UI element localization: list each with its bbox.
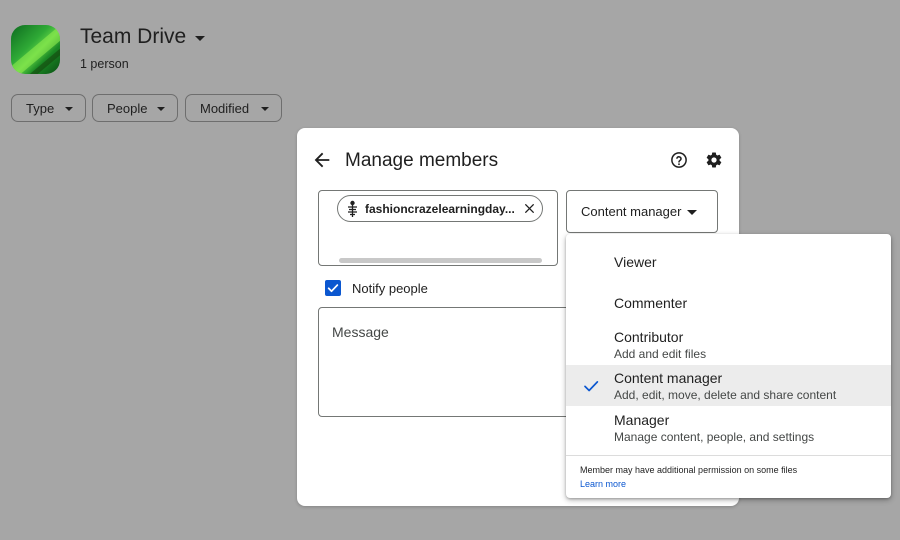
filter-modified-label: Modified [200, 100, 250, 116]
dialog-title: Manage members [345, 150, 499, 171]
filter-modified-button[interactable]: Modified [185, 94, 282, 122]
role-select-value: Content manager [581, 204, 682, 219]
filter-type-label: Type [26, 100, 55, 116]
back-arrow-icon[interactable] [311, 149, 333, 171]
filter-type-button[interactable]: Type [11, 94, 86, 122]
role-select[interactable]: Content manager [566, 190, 718, 233]
message-input[interactable] [318, 307, 578, 417]
menu-divider [566, 455, 891, 456]
chevron-down-icon [65, 107, 73, 111]
role-option-description: Add and edit files [614, 347, 707, 361]
member-count: 1 person [80, 57, 129, 71]
role-option-description: Add, edit, move, delete and share conten… [614, 388, 837, 402]
role-option-content-manager[interactable]: Content manager Add, edit, move, delete … [566, 365, 891, 406]
notify-people-label: Notify people [352, 280, 428, 296]
role-option-label: Contributor [614, 329, 684, 345]
checkbox-checked-icon [327, 284, 339, 293]
role-option-label: Viewer [614, 254, 657, 270]
notify-people-checkbox[interactable] [325, 280, 341, 296]
recipient-chip-label: fashioncrazelearningday... [365, 202, 515, 216]
check-icon [584, 381, 599, 392]
role-menu: Viewer Commenter Contributor Add and edi… [566, 234, 891, 498]
chevron-down-icon [157, 107, 165, 111]
role-option-viewer[interactable]: Viewer [566, 234, 891, 288]
role-option-label: Content manager [614, 370, 723, 386]
recipients-field[interactable]: fashioncrazelearningday... [318, 190, 558, 266]
filter-people-label: People [107, 100, 148, 116]
role-option-contributor[interactable]: Contributor Add and edit files [566, 324, 891, 365]
learn-more-link[interactable]: Learn more [580, 479, 626, 489]
gear-icon[interactable] [705, 151, 723, 169]
chevron-down-icon [261, 107, 269, 111]
recipient-chip[interactable]: fashioncrazelearningday... [337, 195, 543, 222]
shared-drive-title: Team Drive [80, 25, 187, 48]
filter-people-button[interactable]: People [92, 94, 178, 122]
chevron-down-icon [687, 210, 697, 215]
chevron-down-icon [195, 35, 206, 41]
role-option-description: Manage content, people, and settings [614, 430, 815, 444]
horizontal-scrollbar[interactable] [339, 258, 542, 263]
role-option-label: Commenter [614, 295, 688, 311]
role-option-label: Manager [614, 412, 670, 428]
recipient-avatar-icon [348, 200, 357, 217]
role-option-manager[interactable]: Manager Manage content, people, and sett… [566, 406, 891, 454]
close-icon[interactable] [523, 202, 536, 215]
permission-note: Member may have additional permission on… [580, 465, 798, 475]
notify-people-row[interactable]: Notify people [325, 280, 428, 296]
shared-drive-title-menu[interactable]: Team Drive [80, 25, 206, 49]
shared-drive-avatar [11, 25, 60, 74]
help-icon[interactable] [670, 151, 688, 169]
